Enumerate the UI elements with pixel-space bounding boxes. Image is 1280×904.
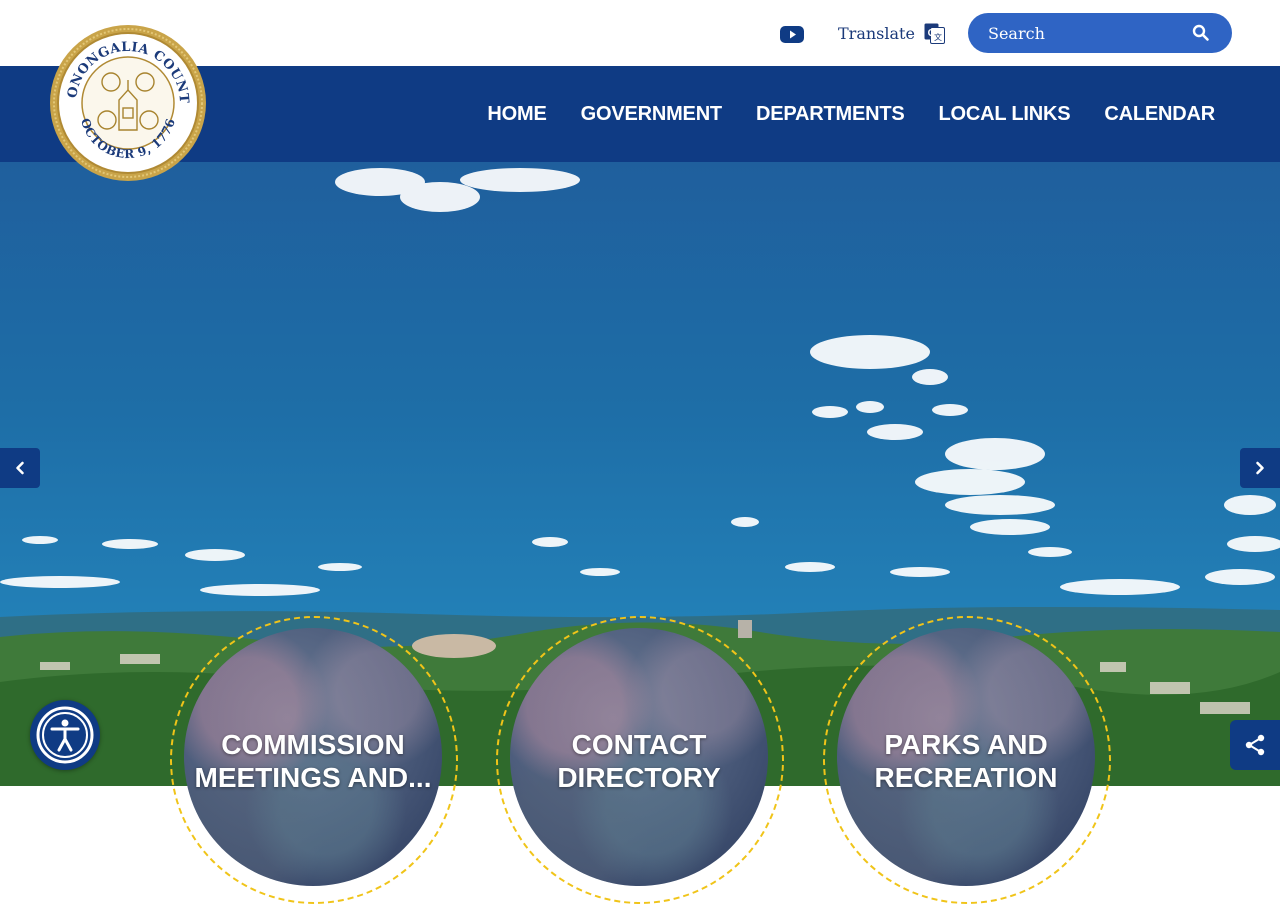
search-input[interactable] xyxy=(988,13,1188,53)
quick-link-label: COMMISSION MEETINGS AND... xyxy=(184,728,442,794)
chevron-left-icon xyxy=(16,461,24,475)
nav-item-departments[interactable]: DEPARTMENTS xyxy=(756,103,905,126)
accessibility-button[interactable] xyxy=(30,700,100,770)
county-seal-logo[interactable]: MONONGALIA COUNTY OCTOBER 9, 1776 xyxy=(49,24,207,182)
nav-item-calendar[interactable]: CALENDAR xyxy=(1104,103,1215,126)
search-icon[interactable] xyxy=(1192,24,1210,42)
translate-label: Translate xyxy=(838,23,915,43)
quick-link-label-line2: DIRECTORY xyxy=(557,762,721,793)
share-icon xyxy=(1245,734,1265,756)
nav-item-local-links[interactable]: LOCAL LINKS xyxy=(939,103,1071,126)
quick-link-label: CONTACT DIRECTORY xyxy=(510,728,768,794)
share-button[interactable] xyxy=(1230,720,1280,770)
quick-link-label: PARKS AND RECREATION xyxy=(837,728,1095,794)
quick-link-label-line1: COMMISSION xyxy=(221,729,405,760)
slide-next-button[interactable] xyxy=(1240,448,1280,488)
nav-menu: HOME GOVERNMENT DEPARTMENTS LOCAL LINKS … xyxy=(487,66,1215,162)
quick-link-contact-directory[interactable]: CONTACT DIRECTORY xyxy=(496,616,784,904)
youtube-icon[interactable] xyxy=(780,25,804,44)
nav-item-home[interactable]: HOME xyxy=(487,103,546,126)
quick-link-label-line2: RECREATION xyxy=(874,762,1058,793)
accessibility-icon xyxy=(36,706,94,764)
quick-link-label-line1: CONTACT xyxy=(571,729,707,760)
slide-previous-button[interactable] xyxy=(0,448,40,488)
google-translate-icon: G 文 xyxy=(924,23,945,44)
search-box xyxy=(968,13,1232,53)
nav-item-government[interactable]: GOVERNMENT xyxy=(581,103,723,126)
quick-link-parks-recreation[interactable]: PARKS AND RECREATION xyxy=(823,616,1111,904)
chevron-right-icon xyxy=(1256,461,1264,475)
svg-text:文: 文 xyxy=(934,32,942,42)
quick-link-label-line1: PARKS AND xyxy=(884,729,1048,760)
quick-link-label-line2: MEETINGS AND... xyxy=(194,762,432,793)
translate-button[interactable]: Translate G 文 xyxy=(838,20,945,46)
quick-link-commission-meetings[interactable]: COMMISSION MEETINGS AND... xyxy=(170,616,458,904)
